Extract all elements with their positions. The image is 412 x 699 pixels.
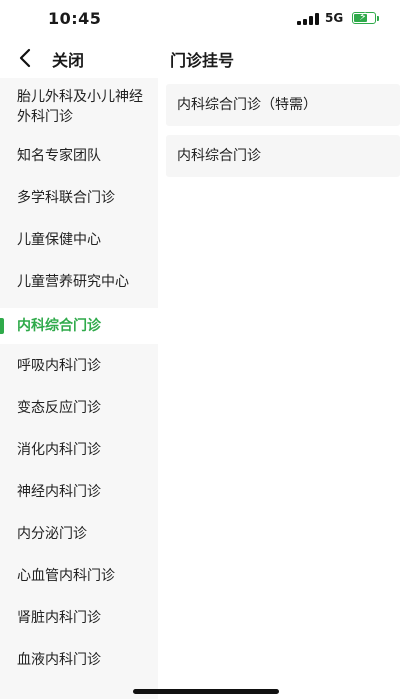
sidebar-item-child-nutrition-center[interactable]: 儿童营养研究中心	[0, 272, 158, 294]
sidebar-item-endocrinology[interactable]: 内分泌门诊	[0, 524, 158, 546]
sidebar-item-cardiology[interactable]: 心血管内科门诊	[0, 566, 158, 588]
close-button[interactable]: 关闭	[52, 47, 84, 71]
status-bar: 10:45 5G ⚡	[0, 0, 412, 40]
home-indicator	[133, 689, 279, 694]
back-arrow-icon[interactable]	[14, 46, 38, 70]
sidebar-item-mdt-clinic[interactable]: 多学科联合门诊	[0, 188, 158, 210]
sidebar-item-expert-team[interactable]: 知名专家团队	[0, 146, 158, 168]
sidebar-item-gastroenterology[interactable]: 消化内科门诊	[0, 440, 158, 462]
sidebar-item-respiratory[interactable]: 呼吸内科门诊	[0, 356, 158, 378]
clinic-item-internal-medicine[interactable]: 内科综合门诊	[166, 135, 400, 177]
sidebar-item-child-health-center[interactable]: 儿童保健中心	[0, 230, 158, 252]
clinic-item-internal-medicine-vip[interactable]: 内科综合门诊（特需）	[166, 84, 400, 126]
department-sidebar: 胎儿外科及小儿神经外科门诊 知名专家团队 多学科联合门诊 儿童保健中心 儿童营养…	[0, 78, 158, 699]
status-time: 10:45	[48, 9, 102, 28]
battery-charging-icon: ⚡	[352, 10, 376, 24]
nav-bar: 关闭 门诊挂号	[0, 40, 412, 76]
sidebar-item-fetal-pediatric-neurosurgery[interactable]: 胎儿外科及小儿神经外科门诊	[0, 78, 158, 138]
signal-icon	[297, 13, 319, 25]
sidebar-item-allergy[interactable]: 变态反应门诊	[0, 398, 158, 420]
page-title: 门诊挂号	[170, 51, 235, 70]
sidebar-item-internal-medicine[interactable]: 内科综合门诊	[0, 308, 158, 344]
battery-cap	[377, 16, 379, 21]
clinic-list: 内科综合门诊（特需） 内科综合门诊	[158, 78, 412, 699]
sidebar-item-nephrology[interactable]: 肾脏内科门诊	[0, 608, 158, 630]
network-type: 5G	[325, 11, 344, 25]
sidebar-item-neurology[interactable]: 神经内科门诊	[0, 482, 158, 504]
sidebar-item-hematology[interactable]: 血液内科门诊	[0, 650, 158, 672]
